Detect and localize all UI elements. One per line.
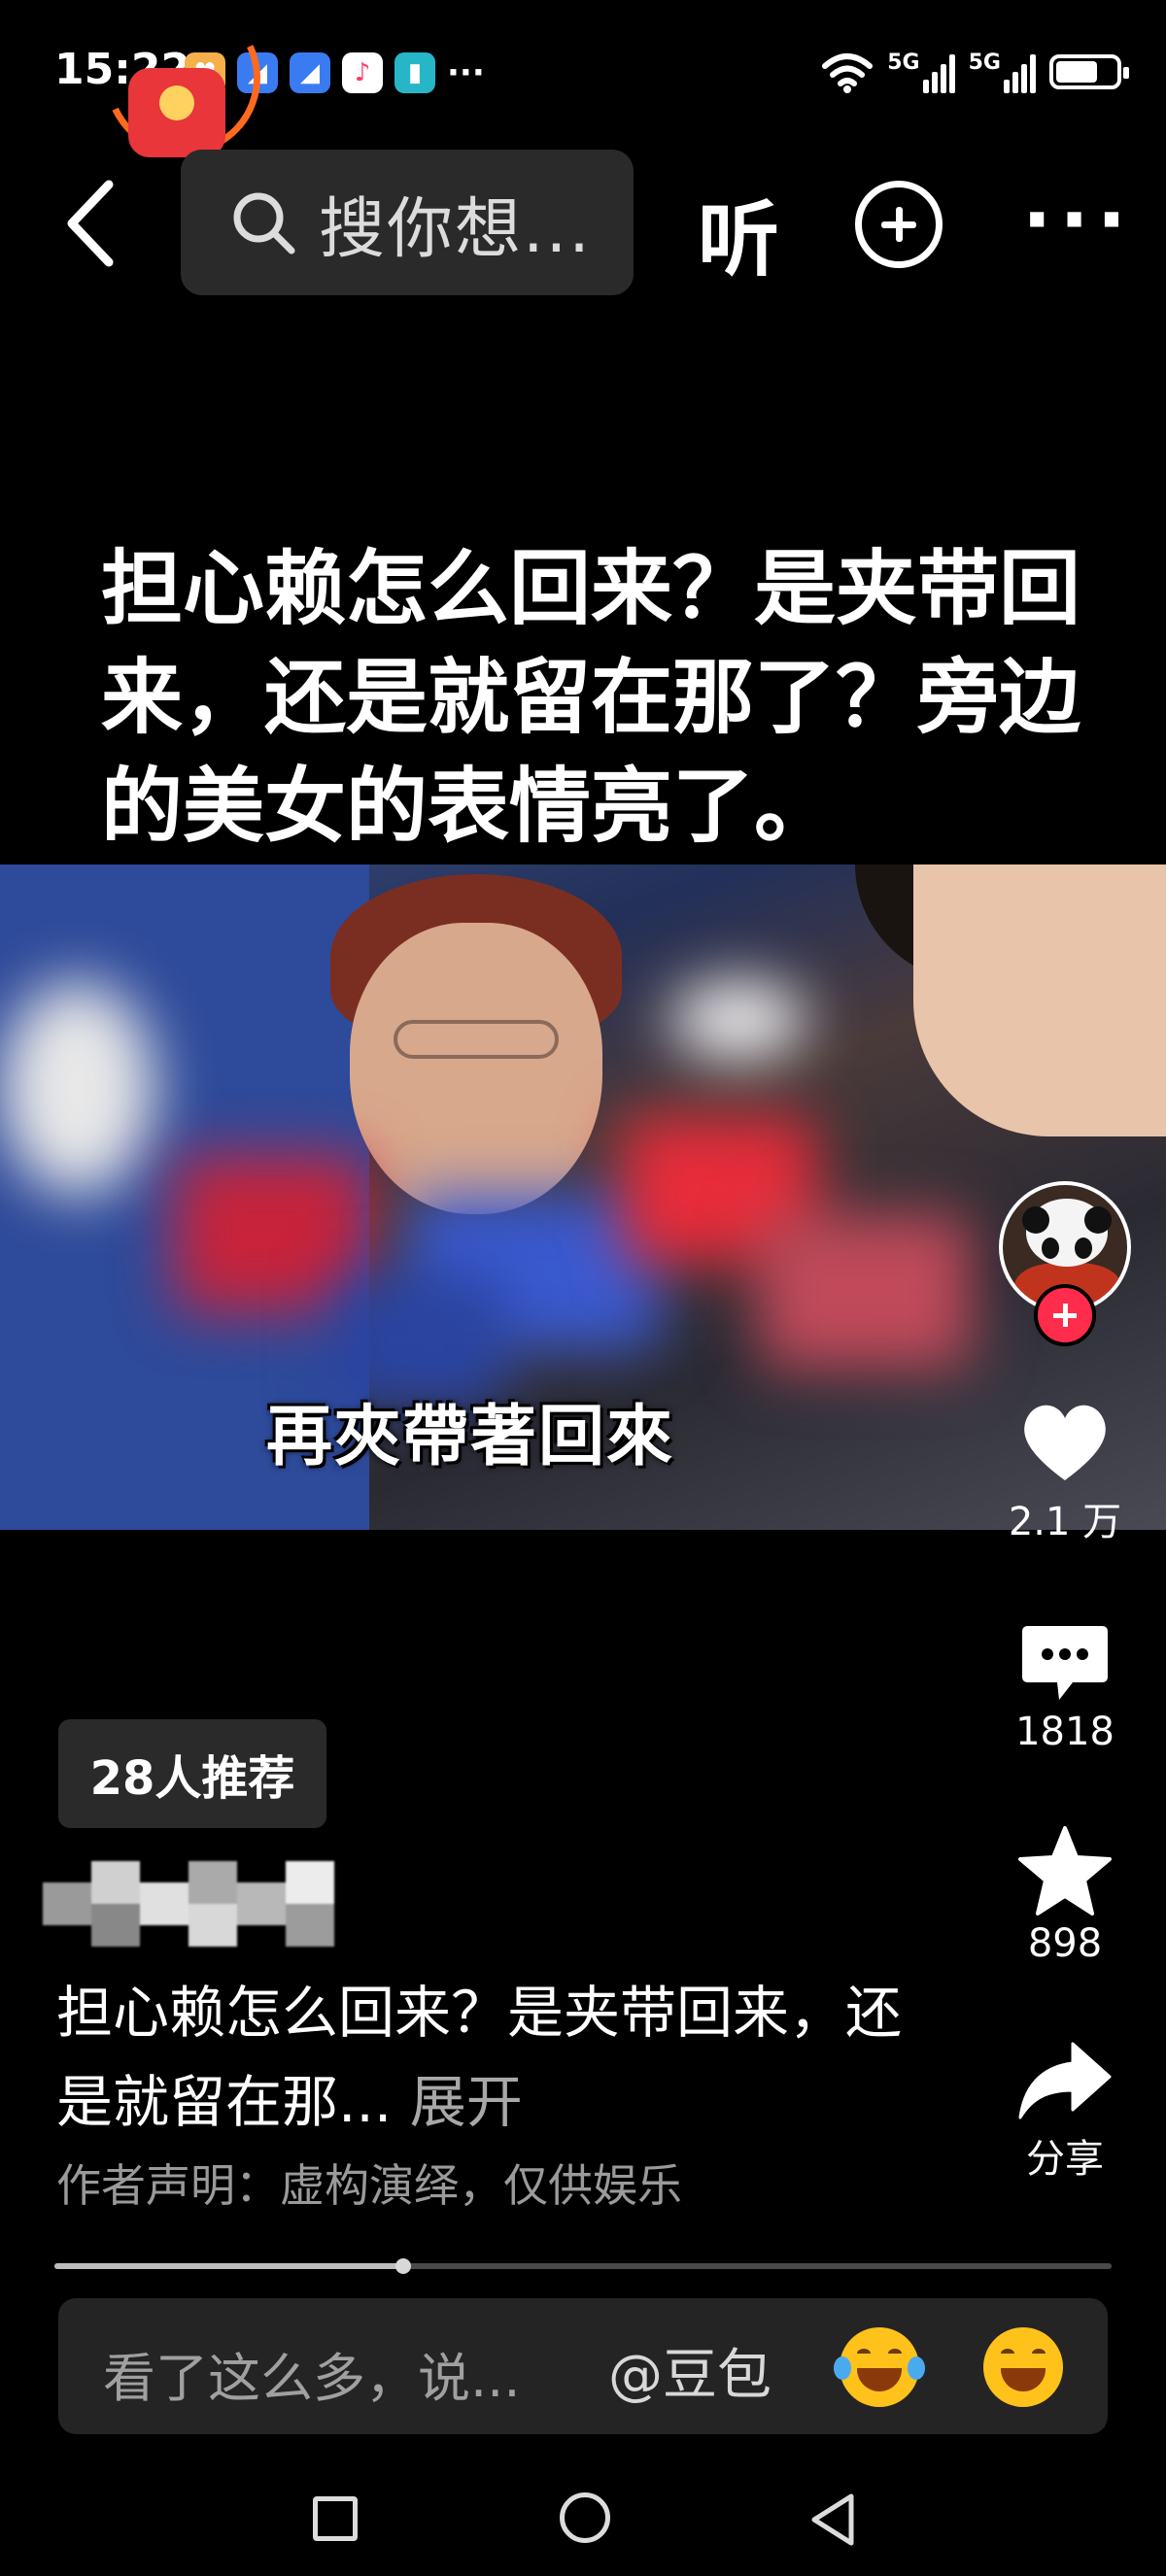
- red-envelope-reward-icon[interactable]: [83, 0, 283, 178]
- recommend-badge[interactable]: 28人推荐: [58, 1719, 326, 1828]
- progress-thumb[interactable]: [395, 2258, 412, 2274]
- top-nav: 搜你想... 听 ···: [0, 146, 1166, 301]
- search-placeholder: 搜你想...: [319, 190, 592, 268]
- battery-icon: [1049, 54, 1129, 89]
- comment-bar: 看了这么多，说... @豆包: [58, 2298, 1108, 2434]
- signal-2-icon: 5G: [969, 51, 1036, 93]
- grinning-emoji-icon[interactable]: [983, 2327, 1063, 2407]
- more-notifications-icon: ···: [447, 53, 485, 92]
- browser-app-icon-2: ◢: [290, 52, 330, 93]
- comment-count: 1818: [1015, 1710, 1115, 1754]
- favorite-count: 898: [1027, 1921, 1103, 1966]
- progress-fill: [54, 2263, 404, 2269]
- expand-link[interactable]: 展开: [410, 2069, 523, 2135]
- home-button[interactable]: [560, 2492, 610, 2543]
- heart-icon: [1024, 1405, 1106, 1480]
- video-progress-bar[interactable]: [54, 2258, 1112, 2274]
- video-subtitle: 再夾帶著回來: [266, 1399, 675, 1475]
- search-input[interactable]: 搜你想...: [181, 150, 634, 295]
- video-player[interactable]: 担心赖怎么回来？是夹带回来，还是就留在那了？旁边的美女的表情亮了。 再夾帶著回來: [0, 495, 1166, 1530]
- more-options-button[interactable]: ···: [1022, 175, 1134, 265]
- favorite-button[interactable]: 898: [991, 1826, 1139, 1966]
- wifi-icon: [822, 53, 874, 93]
- author-name-blurred[interactable]: [43, 1861, 344, 1947]
- share-button[interactable]: 分享: [991, 2040, 1139, 2184]
- signal-1-icon: 5G: [887, 51, 955, 93]
- like-button[interactable]: 2.1 万: [991, 1399, 1139, 1546]
- system-back-button[interactable]: [808, 2492, 859, 2547]
- system-nav-bar: [0, 2467, 1166, 2576]
- comment-input[interactable]: 看了这么多，说...: [103, 2335, 521, 2412]
- add-button[interactable]: [855, 181, 943, 268]
- search-icon: [233, 192, 295, 254]
- status-right: 5G 5G: [821, 51, 1129, 93]
- mention-doubao-button[interactable]: @豆包: [608, 2331, 772, 2410]
- video-description[interactable]: 担心赖怎么回来？是夹带回来，还是就留在那... 展开: [56, 1968, 931, 2147]
- video-caption-text: 担心赖怎么回来？是夹带回来，还是就留在那了？旁边的美女的表情亮了。: [101, 541, 1081, 854]
- like-count: 2.1 万: [1008, 1500, 1122, 1544]
- back-button[interactable]: [58, 175, 126, 272]
- star-icon: [1018, 1826, 1112, 1915]
- laughing-tears-emoji-icon[interactable]: [834, 2327, 925, 2407]
- comment-icon: [1022, 1626, 1108, 1700]
- comment-button[interactable]: 1818: [991, 1622, 1139, 1754]
- follow-button[interactable]: [1034, 1284, 1096, 1346]
- recent-apps-button[interactable]: [313, 2496, 358, 2541]
- share-label: 分享: [1026, 2137, 1104, 2182]
- music-app-icon: ♪: [342, 52, 383, 93]
- share-arrow-icon: [1018, 2042, 1112, 2119]
- listen-button[interactable]: 听: [698, 175, 779, 292]
- book-app-icon: ▮: [394, 52, 435, 93]
- author-disclaimer: 作者声明：虚构演绎，仅供娱乐: [56, 2159, 682, 2212]
